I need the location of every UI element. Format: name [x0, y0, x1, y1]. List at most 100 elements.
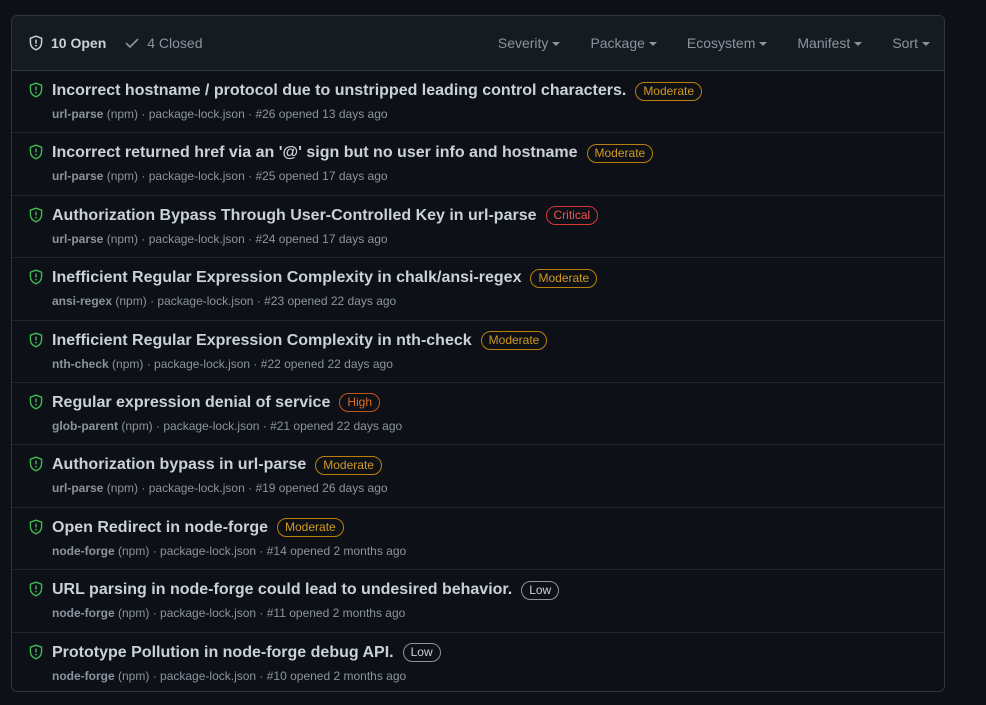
ecosystem-filter-label: Ecosystem: [686, 35, 756, 51]
caret-down-icon: [648, 41, 657, 46]
alerts-panel: 10 Open 4 Closed Severity Package Ecosys…: [11, 15, 945, 692]
package-name: url-parse: [52, 231, 104, 246]
alert-details: · package-lock.json · #19 opened 26 days…: [141, 481, 388, 496]
alert-row: Incorrect returned href via an '@' sign …: [12, 133, 944, 196]
alerts-header: 10 Open 4 Closed Severity Package Ecosys…: [12, 16, 944, 71]
package-name: url-parse: [52, 107, 104, 121]
alert-meta: ansi-regex (npm) · package-lock.json · #…: [52, 294, 944, 308]
alert-details: · package-lock.json · #23 opened 22 days…: [150, 294, 397, 309]
caret-down-icon: [552, 41, 561, 46]
severity-filter-label: Severity: [497, 35, 549, 51]
caret-down-icon: [759, 41, 768, 46]
severity-badge: Moderate: [315, 455, 382, 475]
shield-alert-icon: [28, 269, 44, 285]
alert-row: Prototype Pollution in node-forge debug …: [12, 633, 944, 691]
package-name: nth-check: [52, 356, 109, 371]
alert-meta: glob-parent (npm) · package-lock.json · …: [52, 419, 944, 433]
alert-title-link[interactable]: Regular expression denial of service: [52, 394, 330, 412]
alert-title-link[interactable]: Prototype Pollution in node-forge debug …: [52, 644, 394, 662]
ecosystem: (npm): [115, 294, 147, 309]
shield-alert-icon: [28, 144, 44, 160]
alert-row: URL parsing in node-forge could lead to …: [12, 570, 944, 633]
package-filter-label: Package: [590, 35, 645, 51]
alert-details: · package-lock.json · #11 opened 2 month…: [152, 606, 406, 621]
closed-count-label: 4 Closed: [147, 35, 203, 51]
alert-row: Incorrect hostname / protocol due to uns…: [12, 71, 944, 134]
package-name: url-parse: [52, 481, 104, 496]
package-name: node-forge: [52, 668, 115, 683]
severity-badge: Moderate: [635, 81, 703, 101]
alert-title-link[interactable]: Incorrect returned href via an '@' sign …: [52, 144, 578, 162]
ecosystem: (npm): [112, 356, 144, 371]
alert-title-link[interactable]: Inefficient Regular Expression Complexit…: [52, 269, 521, 287]
sort-filter[interactable]: Sort: [892, 35, 930, 51]
alert-details: · package-lock.json · #21 opened 22 days…: [156, 418, 403, 433]
severity-badge: Moderate: [586, 143, 654, 163]
package-name: ansi-regex: [52, 294, 113, 309]
shield-alert-icon: [28, 82, 44, 98]
severity-badge: Moderate: [277, 518, 344, 538]
sort-filter-label: Sort: [892, 35, 918, 51]
alert-row: Regular expression denial of service High…: [12, 383, 944, 446]
alert-row: Inefficient Regular Expression Complexit…: [12, 321, 944, 383]
caret-down-icon: [922, 41, 930, 46]
package-name: node-forge: [52, 543, 115, 558]
alert-title-link[interactable]: URL parsing in node-forge could lead to …: [52, 581, 512, 599]
alert-row: Authorization bypass in url-parse Moderat…: [12, 445, 944, 508]
alert-meta: node-forge (npm) · package-lock.json · #…: [52, 544, 944, 558]
ecosystem-filter[interactable]: Ecosystem: [686, 35, 768, 51]
alert-title-link[interactable]: Inefficient Regular Expression Complexit…: [52, 332, 472, 350]
tab-open[interactable]: 10 Open: [28, 35, 106, 51]
alert-title-link[interactable]: Open Redirect in node-forge: [52, 519, 268, 537]
severity-badge: Critical: [545, 206, 599, 226]
severity-badge: Moderate: [530, 268, 598, 288]
alert-details: · package-lock.json · #26 opened 13 days…: [141, 107, 388, 121]
alert-details: · package-lock.json · #10 opened 2 month…: [152, 668, 407, 683]
open-count-label: 10 Open: [51, 35, 107, 51]
alert-meta: nth-check (npm) · package-lock.json · #2…: [52, 357, 944, 371]
severity-filter[interactable]: Severity: [498, 35, 561, 51]
shield-alert-icon: [28, 581, 44, 597]
alert-row: Open Redirect in node-forge Moderate node…: [12, 508, 944, 571]
package-name: glob-parent: [52, 418, 118, 433]
shield-alert-icon: [28, 332, 44, 348]
package-filter[interactable]: Package: [590, 35, 657, 51]
ecosystem: (npm): [106, 107, 139, 121]
tab-closed[interactable]: 4 Closed: [124, 35, 203, 51]
alert-meta: node-forge (npm) · package-lock.json · #…: [52, 669, 944, 683]
ecosystem: (npm): [121, 418, 153, 433]
alert-details: · package-lock.json · #22 opened 22 days…: [146, 356, 393, 371]
caret-down-icon: [854, 41, 863, 46]
alert-row: Inefficient Regular Expression Complexit…: [12, 258, 944, 321]
alert-details: · package-lock.json · #25 opened 17 days…: [141, 169, 388, 184]
alert-meta: url-parse (npm) · package-lock.json · #2…: [52, 169, 944, 183]
alert-title-link[interactable]: Incorrect hostname / protocol due to uns…: [52, 82, 626, 100]
shield-alert-icon: [28, 519, 44, 535]
ecosystem: (npm): [118, 543, 150, 558]
ecosystem: (npm): [106, 169, 139, 184]
alert-list: Incorrect hostname / protocol due to uns…: [12, 71, 944, 691]
severity-badge: Low: [521, 580, 560, 600]
check-icon: [124, 35, 140, 51]
shield-icon: [28, 35, 44, 51]
shield-alert-icon: [28, 394, 44, 410]
manifest-filter[interactable]: Manifest: [797, 35, 863, 51]
filter-bar: Severity Package Ecosystem Manifest Sort: [468, 35, 930, 51]
alert-title-link[interactable]: Authorization bypass in url-parse: [52, 456, 306, 474]
alert-details: · package-lock.json · #14 opened 2 month…: [152, 543, 407, 558]
alert-row: Authorization Bypass Through User-Contro…: [12, 196, 944, 259]
package-name: url-parse: [52, 169, 104, 184]
alert-meta: url-parse (npm) · package-lock.json · #2…: [52, 232, 944, 246]
alert-title-link[interactable]: Authorization Bypass Through User-Contro…: [52, 207, 537, 225]
manifest-filter-label: Manifest: [797, 35, 851, 51]
severity-badge: High: [339, 393, 381, 413]
shield-alert-icon: [28, 456, 44, 472]
ecosystem: (npm): [118, 606, 150, 621]
severity-badge: Low: [402, 643, 441, 663]
ecosystem: (npm): [106, 231, 139, 246]
alert-details: · package-lock.json · #24 opened 17 days…: [141, 231, 388, 246]
alert-meta: url-parse (npm) · package-lock.json · #2…: [52, 107, 944, 121]
shield-alert-icon: [28, 644, 44, 660]
severity-badge: Moderate: [480, 331, 548, 351]
shield-alert-icon: [28, 207, 44, 223]
